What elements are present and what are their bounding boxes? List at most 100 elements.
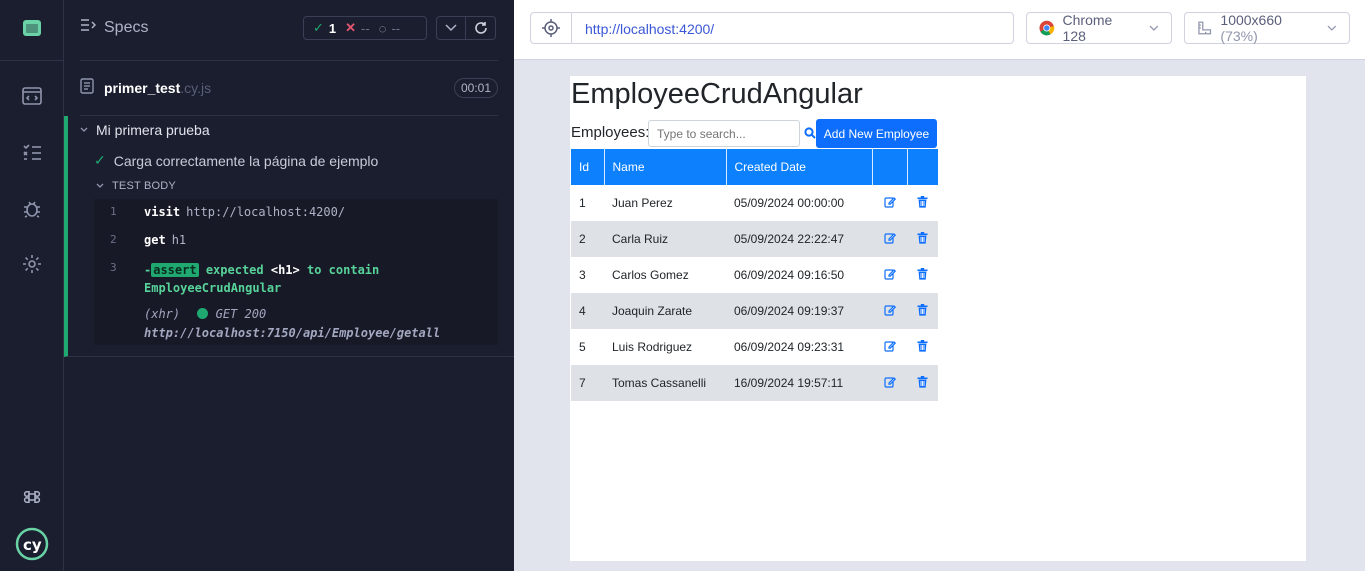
cell-name: Carla Ruiz: [604, 221, 726, 257]
cypress-logo-icon[interactable]: cy: [0, 524, 64, 564]
edit-button[interactable]: [872, 365, 907, 401]
command-arg: h1: [171, 233, 187, 247]
delete-button[interactable]: [907, 185, 938, 221]
viewport-size: 1000x660: [1220, 12, 1282, 28]
command-name: visit: [144, 205, 181, 219]
ruler-icon: [1198, 21, 1212, 35]
column-header-delete: [907, 149, 938, 185]
delete-button[interactable]: [907, 293, 938, 329]
spec-file-ext: .cy.js: [180, 80, 212, 96]
browser-pane: http://localhost:4200/ Chrome 128 1000x6…: [514, 0, 1365, 571]
chevron-down-icon: [80, 127, 88, 132]
edit-button[interactable]: [872, 293, 907, 329]
cell-name: Joaquin Zarate: [604, 293, 726, 329]
debug-nav-icon[interactable]: [0, 188, 64, 228]
table-row: 5 Luis Rodriguez 06/09/2024 09:23:31: [571, 329, 938, 365]
edit-icon: [883, 268, 896, 280]
refresh-icon: [474, 22, 487, 34]
passed-stat: ✓ 1: [313, 20, 337, 36]
delete-button[interactable]: [907, 329, 938, 365]
suite-block: Mi primera prueba ✓ Carga correctamente …: [64, 116, 514, 357]
employees-label: Employees:: [571, 124, 650, 141]
table-row: 4 Joaquin Zarate 06/09/2024 09:19:37: [571, 293, 938, 329]
browser-name: Chrome 128: [1062, 12, 1113, 44]
search-input[interactable]: [648, 120, 800, 147]
specs-list-icon: [80, 18, 97, 37]
chevron-down-icon: [96, 183, 104, 188]
stats-box: ✓ 1 ✕ -- ◌ --: [303, 16, 427, 40]
command-arg: http://localhost:4200/: [186, 205, 346, 219]
xhr-url: http://localhost:7150/api/Employee/getal…: [144, 326, 441, 340]
cell-name: Carlos Gomez: [612, 268, 689, 282]
specs-label: Specs: [104, 18, 149, 36]
cell-id: 1: [579, 196, 586, 210]
test-body-toggle[interactable]: TEST BODY: [96, 180, 176, 192]
table-body: 1 Juan Perez 05/09/2024 00:00:00 2 Carla Rui…: [571, 185, 938, 401]
crosshair-icon: [542, 19, 560, 37]
cell-id: 3: [579, 268, 586, 282]
side-nav: cy: [0, 0, 64, 571]
cypress-app-icon[interactable]: [0, 8, 64, 48]
edit-button[interactable]: [872, 329, 907, 365]
check-icon: ✓: [313, 20, 324, 35]
chevron-down-icon: [1149, 25, 1159, 31]
suite-title-text: Mi primera prueba: [96, 122, 210, 138]
cell-id: 5: [579, 340, 586, 354]
column-header-name: Name: [604, 149, 727, 185]
failed-stat: ✕ --: [345, 20, 370, 36]
edit-button[interactable]: [872, 257, 907, 293]
runs-nav-icon[interactable]: [0, 132, 64, 172]
edit-icon: [883, 304, 896, 316]
cell-id: 7: [571, 365, 604, 401]
specs-nav-icon[interactable]: [0, 76, 64, 116]
delete-button[interactable]: [907, 221, 938, 257]
cell-created-date: 16/09/2024 19:57:11: [726, 365, 872, 401]
url-bar[interactable]: http://localhost:4200/: [530, 12, 1014, 44]
table-row: 7 Tomas Cassanelli 16/09/2024 19:57:11: [571, 365, 938, 401]
command-log: 1 visit http://localhost:4200/ 2 get h1 3 …: [94, 199, 498, 345]
pending-stat: ◌ --: [378, 20, 401, 36]
rerun-button[interactable]: [465, 16, 496, 40]
specs-toggle[interactable]: Specs: [80, 18, 148, 37]
spec-file-row: primer_test .cy.js 00:01: [80, 76, 498, 100]
chevron-down-icon: [1327, 25, 1337, 31]
suite-title[interactable]: Mi primera prueba: [80, 122, 210, 138]
command-assert[interactable]: 3 - assert expected <h1> to contain Employ…: [94, 261, 498, 297]
collapse-button[interactable]: [436, 16, 466, 40]
table-row: 2 Carla Ruiz 05/09/2024 22:22:47: [571, 221, 938, 257]
test-title[interactable]: ✓ Carga correctamente la página de ejemp…: [94, 152, 378, 169]
column-header-id: Id: [571, 149, 605, 185]
column-header-edit: [872, 149, 908, 185]
command-number: 1: [110, 205, 117, 218]
trash-icon: [917, 339, 928, 352]
trash-icon: [917, 303, 928, 316]
edit-button[interactable]: [872, 185, 907, 221]
edit-icon: [883, 340, 896, 352]
delete-button[interactable]: [907, 257, 938, 293]
app-title: EmployeeCrudAngular: [571, 78, 863, 110]
viewport-selector[interactable]: 1000x660 (73%): [1184, 12, 1350, 44]
svg-text:cy: cy: [23, 536, 42, 554]
chrome-icon: [1039, 20, 1055, 36]
selector-playground-button[interactable]: [531, 13, 572, 43]
cell-created-date: 05/09/2024 22:22:47: [726, 221, 872, 257]
browser-selector[interactable]: Chrome 128: [1026, 12, 1172, 44]
search-icon[interactable]: [804, 126, 816, 144]
settings-gear-icon[interactable]: [0, 244, 64, 284]
add-employee-button[interactable]: Add New Employee: [816, 119, 937, 148]
command-visit[interactable]: 1 visit http://localhost:4200/: [94, 205, 498, 221]
delete-button[interactable]: [907, 365, 938, 401]
employees-table: Id Name Created Date 1 Juan Perez 05/09/20…: [571, 149, 938, 401]
test-body-label: TEST BODY: [112, 180, 176, 192]
cell-name: Luis Rodriguez: [612, 340, 693, 354]
edit-button[interactable]: [872, 221, 907, 257]
xhr-log-entry[interactable]: (xhr) GET 200 http://localhost:7150/api/…: [144, 305, 440, 343]
command-number: 3: [110, 261, 117, 274]
x-icon: ✕: [345, 20, 357, 35]
keyboard-shortcuts-icon[interactable]: [0, 477, 64, 517]
spec-file-name: primer_test: [104, 80, 181, 96]
trash-icon: [917, 195, 928, 208]
table-row: 3 Carlos Gomez 06/09/2024 09:16:50: [571, 257, 938, 293]
command-get[interactable]: 2 get h1: [94, 233, 498, 249]
table-row: 1 Juan Perez 05/09/2024 00:00:00: [571, 185, 938, 221]
